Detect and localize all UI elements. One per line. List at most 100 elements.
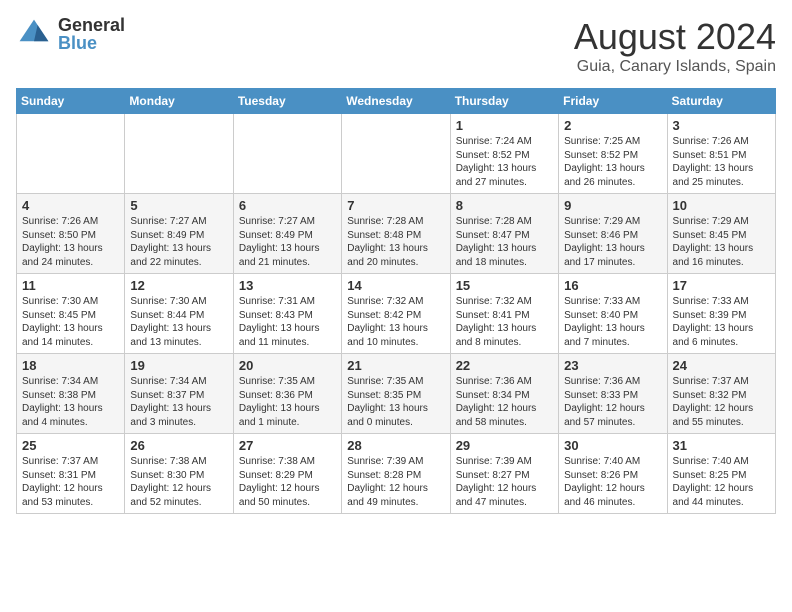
- calendar-cell: [233, 114, 341, 194]
- day-info: Sunrise: 7:32 AM Sunset: 8:41 PM Dayligh…: [456, 295, 553, 349]
- day-number: 31: [673, 438, 770, 453]
- day-info: Sunrise: 7:35 AM Sunset: 8:36 PM Dayligh…: [239, 375, 336, 429]
- week-row-3: 11 Sunrise: 7:30 AM Sunset: 8:45 PM Dayli…: [17, 274, 776, 354]
- header-day-monday: Monday: [125, 89, 233, 114]
- day-number: 19: [130, 358, 227, 373]
- calendar-cell: 27 Sunrise: 7:38 AM Sunset: 8:29 PM Dayli…: [233, 434, 341, 514]
- day-number: 9: [564, 198, 661, 213]
- calendar-cell: 5Sunrise: 7:27 AM Sunset: 8:49 PM Daylig…: [125, 194, 233, 274]
- day-info: Sunrise: 7:30 AM Sunset: 8:45 PM Dayligh…: [22, 295, 119, 349]
- calendar-cell: 14 Sunrise: 7:32 AM Sunset: 8:42 PM Dayli…: [342, 274, 450, 354]
- calendar-cell: 18Sunrise: 7:34 AM Sunset: 8:38 PM Dayli…: [17, 354, 125, 434]
- calendar-cell: 2 Sunrise: 7:25 AM Sunset: 8:52 PM Daylig…: [559, 114, 667, 194]
- day-info: Sunrise: 7:38 AM Sunset: 8:30 PM Dayligh…: [130, 455, 227, 509]
- calendar-cell: 24 Sunrise: 7:37 AM Sunset: 8:32 PM Dayli…: [667, 354, 775, 434]
- header-day-tuesday: Tuesday: [233, 89, 341, 114]
- day-info: Sunrise: 7:24 AM Sunset: 8:52 PM Dayligh…: [456, 135, 553, 189]
- day-number: 25: [22, 438, 119, 453]
- calendar-cell: 16 Sunrise: 7:33 AM Sunset: 8:40 PM Dayli…: [559, 274, 667, 354]
- day-info: Sunrise: 7:26 AM Sunset: 8:50 PM Dayligh…: [22, 215, 119, 269]
- logo-general-text: General: [58, 16, 125, 34]
- day-info: Sunrise: 7:32 AM Sunset: 8:42 PM Dayligh…: [347, 295, 444, 349]
- header: General Blue August 2024 Guia, Canary Is…: [16, 16, 776, 76]
- day-number: 30: [564, 438, 661, 453]
- week-row-5: 25 Sunrise: 7:37 AM Sunset: 8:31 PM Dayli…: [17, 434, 776, 514]
- day-number: 17: [673, 278, 770, 293]
- day-info: Sunrise: 7:36 AM Sunset: 8:33 PM Dayligh…: [564, 375, 661, 429]
- day-number: 4: [22, 198, 119, 213]
- day-info: Sunrise: 7:37 AM Sunset: 8:32 PM Dayligh…: [673, 375, 770, 429]
- day-info: Sunrise: 7:37 AM Sunset: 8:31 PM Dayligh…: [22, 455, 119, 509]
- week-row-1: 1 Sunrise: 7:24 AM Sunset: 8:52 PM Daylig…: [17, 114, 776, 194]
- calendar-cell: [125, 114, 233, 194]
- day-number: 14: [347, 278, 444, 293]
- calendar-cell: [342, 114, 450, 194]
- day-info: Sunrise: 7:38 AM Sunset: 8:29 PM Dayligh…: [239, 455, 336, 509]
- calendar-cell: 21 Sunrise: 7:35 AM Sunset: 8:35 PM Dayli…: [342, 354, 450, 434]
- day-number: 22: [456, 358, 553, 373]
- day-info: Sunrise: 7:39 AM Sunset: 8:28 PM Dayligh…: [347, 455, 444, 509]
- day-info: Sunrise: 7:25 AM Sunset: 8:52 PM Dayligh…: [564, 135, 661, 189]
- day-number: 28: [347, 438, 444, 453]
- day-info: Sunrise: 7:35 AM Sunset: 8:35 PM Dayligh…: [347, 375, 444, 429]
- calendar-cell: [17, 114, 125, 194]
- header-day-wednesday: Wednesday: [342, 89, 450, 114]
- week-row-2: 4 Sunrise: 7:26 AM Sunset: 8:50 PM Daylig…: [17, 194, 776, 274]
- logo: General Blue: [16, 16, 125, 52]
- day-info: Sunrise: 7:33 AM Sunset: 8:39 PM Dayligh…: [673, 295, 770, 349]
- day-number: 3: [673, 118, 770, 133]
- calendar-cell: 9 Sunrise: 7:29 AM Sunset: 8:46 PM Daylig…: [559, 194, 667, 274]
- day-number: 27: [239, 438, 336, 453]
- day-number: 5: [130, 198, 227, 213]
- calendar-cell: 19Sunrise: 7:34 AM Sunset: 8:37 PM Dayli…: [125, 354, 233, 434]
- header-day-saturday: Saturday: [667, 89, 775, 114]
- day-info: Sunrise: 7:39 AM Sunset: 8:27 PM Dayligh…: [456, 455, 553, 509]
- day-number: 24: [673, 358, 770, 373]
- calendar-cell: 15 Sunrise: 7:32 AM Sunset: 8:41 PM Dayli…: [450, 274, 558, 354]
- header-day-sunday: Sunday: [17, 89, 125, 114]
- calendar-cell: 29Sunrise: 7:39 AM Sunset: 8:27 PM Dayli…: [450, 434, 558, 514]
- calendar-cell: 6 Sunrise: 7:27 AM Sunset: 8:49 PM Daylig…: [233, 194, 341, 274]
- calendar-cell: 8Sunrise: 7:28 AM Sunset: 8:47 PM Daylig…: [450, 194, 558, 274]
- calendar-cell: 3Sunrise: 7:26 AM Sunset: 8:51 PM Daylig…: [667, 114, 775, 194]
- day-number: 7: [347, 198, 444, 213]
- month-year-title: August 2024: [574, 16, 776, 58]
- day-info: Sunrise: 7:27 AM Sunset: 8:49 PM Dayligh…: [239, 215, 336, 269]
- day-info: Sunrise: 7:31 AM Sunset: 8:43 PM Dayligh…: [239, 295, 336, 349]
- day-info: Sunrise: 7:30 AM Sunset: 8:44 PM Dayligh…: [130, 295, 227, 349]
- day-number: 20: [239, 358, 336, 373]
- header-day-friday: Friday: [559, 89, 667, 114]
- day-number: 6: [239, 198, 336, 213]
- day-info: Sunrise: 7:28 AM Sunset: 8:48 PM Dayligh…: [347, 215, 444, 269]
- day-info: Sunrise: 7:29 AM Sunset: 8:45 PM Dayligh…: [673, 215, 770, 269]
- day-number: 13: [239, 278, 336, 293]
- calendar-cell: 4 Sunrise: 7:26 AM Sunset: 8:50 PM Daylig…: [17, 194, 125, 274]
- header-day-thursday: Thursday: [450, 89, 558, 114]
- day-info: Sunrise: 7:29 AM Sunset: 8:46 PM Dayligh…: [564, 215, 661, 269]
- logo-icon: [16, 16, 52, 52]
- day-info: Sunrise: 7:40 AM Sunset: 8:25 PM Dayligh…: [673, 455, 770, 509]
- calendar-cell: 11 Sunrise: 7:30 AM Sunset: 8:45 PM Dayli…: [17, 274, 125, 354]
- day-number: 21: [347, 358, 444, 373]
- calendar-cell: 12Sunrise: 7:30 AM Sunset: 8:44 PM Dayli…: [125, 274, 233, 354]
- calendar-cell: 28 Sunrise: 7:39 AM Sunset: 8:28 PM Dayli…: [342, 434, 450, 514]
- day-info: Sunrise: 7:36 AM Sunset: 8:34 PM Dayligh…: [456, 375, 553, 429]
- day-number: 15: [456, 278, 553, 293]
- day-number: 16: [564, 278, 661, 293]
- day-info: Sunrise: 7:40 AM Sunset: 8:26 PM Dayligh…: [564, 455, 661, 509]
- title-block: August 2024 Guia, Canary Islands, Spain: [574, 16, 776, 76]
- days-header-row: SundayMondayTuesdayWednesdayThursdayFrid…: [17, 89, 776, 114]
- day-number: 1: [456, 118, 553, 133]
- calendar-cell: 22 Sunrise: 7:36 AM Sunset: 8:34 PM Dayli…: [450, 354, 558, 434]
- logo-text: General Blue: [58, 16, 125, 52]
- day-number: 18: [22, 358, 119, 373]
- calendar-table: SundayMondayTuesdayWednesdayThursdayFrid…: [16, 88, 776, 514]
- calendar-cell: 23Sunrise: 7:36 AM Sunset: 8:33 PM Dayli…: [559, 354, 667, 434]
- day-number: 10: [673, 198, 770, 213]
- day-info: Sunrise: 7:33 AM Sunset: 8:40 PM Dayligh…: [564, 295, 661, 349]
- day-number: 2: [564, 118, 661, 133]
- logo-blue-text: Blue: [58, 34, 125, 52]
- calendar-cell: 30 Sunrise: 7:40 AM Sunset: 8:26 PM Dayli…: [559, 434, 667, 514]
- day-number: 11: [22, 278, 119, 293]
- location-subtitle: Guia, Canary Islands, Spain: [574, 58, 776, 76]
